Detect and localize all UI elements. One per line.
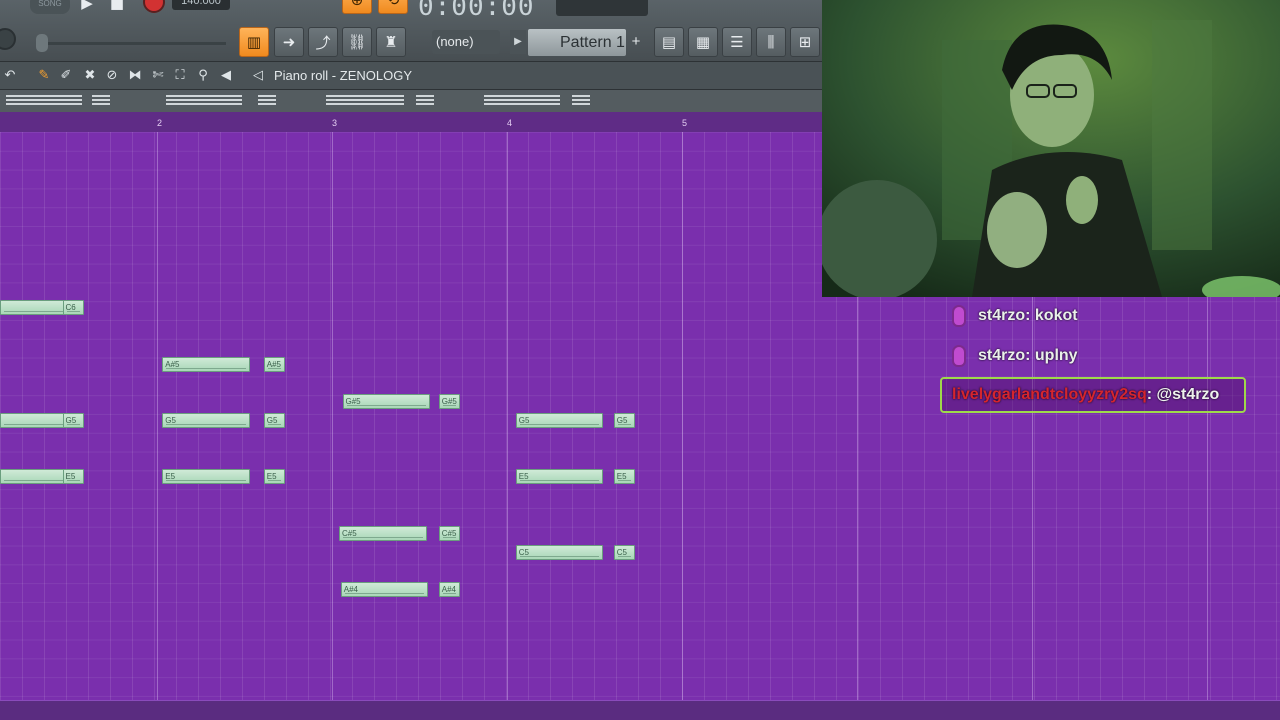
tempo-display[interactable]: 140.000 [172, 0, 230, 10]
chat-username: st4rzo [978, 347, 1026, 364]
note[interactable]: C5 [613, 544, 635, 560]
zoom-handle[interactable] [484, 95, 560, 105]
horizontal-scrollbar[interactable] [0, 700, 1280, 720]
slice-tool-icon[interactable]: ✄ [150, 68, 166, 84]
note[interactable]: A#5 [162, 356, 250, 372]
bar-number: 2 [157, 118, 163, 128]
mute-tool-icon[interactable]: ⊘ [104, 68, 120, 84]
chat-text: uplny [1034, 347, 1078, 364]
note[interactable]: E5 [162, 469, 250, 485]
record-mode-icon[interactable]: ⊕ [342, 0, 372, 14]
note[interactable] [0, 413, 68, 428]
master-volume-knob[interactable] [0, 28, 16, 50]
chat-text: kokot [1034, 307, 1078, 324]
note[interactable]: C#5 [339, 525, 427, 541]
bar-line [157, 132, 158, 700]
master-pitch-slider[interactable] [36, 34, 48, 52]
chat-message: st4rzo: uplny [952, 343, 1078, 369]
note[interactable]: G5 [62, 413, 84, 428]
note[interactable]: G#5 [342, 394, 430, 410]
master-pitch-track [36, 42, 226, 45]
chat-overlay: st4rzo: kokot st4rzo: uplny livelygarlan… [940, 300, 1260, 430]
main-toolbar: SONG ▶ ■ 140.000 ⊕ ⟲ 0:00:00 ▥ ➜ ⤴ ⛓ ♜ (… [0, 0, 822, 62]
note[interactable] [0, 469, 68, 485]
highlighted-chat-message: livelygarlandtcloyyzry2sq: @st4rzo [940, 377, 1246, 413]
note[interactable]: E5 [515, 469, 604, 485]
piano-roll-toolbar: ↶ ✎ ✐ ✖ ⊘ ⧓ ✄ ⛶ ⚲ ◀ ◁ Piano roll - ZENOL… [0, 62, 822, 90]
webcam-feed [822, 0, 1280, 297]
chat-separator: : [1025, 347, 1035, 364]
zoom-icon[interactable]: ⚲ [195, 68, 211, 84]
step-edit-icon[interactable]: ⤴ [308, 27, 338, 57]
mic-badge-icon [952, 345, 966, 367]
playlist-icon[interactable]: ▤ [654, 27, 684, 57]
pattern-arrow-icon[interactable]: ▶ [510, 30, 526, 54]
song-mode-button[interactable]: SONG [30, 0, 70, 14]
zoom-handle[interactable] [416, 95, 434, 105]
note[interactable]: G5 [613, 413, 635, 428]
brush-icon[interactable]: ✐ [58, 68, 74, 84]
bar-line [332, 132, 333, 700]
zoom-handle[interactable] [572, 95, 590, 105]
chat-text: : @st4rzo [1146, 386, 1220, 403]
arrow-right-icon[interactable]: ➜ [274, 27, 304, 57]
pencil-icon[interactable]: ✎ [36, 68, 52, 84]
note[interactable]: E5 [263, 469, 285, 485]
add-pattern-button[interactable]: + [628, 30, 644, 54]
record-button[interactable] [143, 0, 165, 13]
zoom-handle[interactable] [166, 95, 242, 105]
mixer-icon[interactable]: ⫼ [756, 27, 786, 57]
piano-roll-title[interactable]: Piano roll - ZENOLOGY [274, 68, 412, 83]
bar-line [682, 132, 683, 700]
chat-separator: : [1025, 307, 1035, 324]
webcam-image [822, 0, 1280, 297]
note[interactable]: C5 [515, 544, 604, 560]
link-icon[interactable]: ⛓ [342, 27, 372, 57]
pattern-list-icon[interactable]: ☰ [722, 27, 752, 57]
piano-roll-icon[interactable]: ▥ [239, 27, 269, 57]
note[interactable]: A#5 [263, 356, 285, 372]
mic-badge-icon [952, 305, 966, 327]
zoom-strip [0, 90, 822, 112]
snap-select[interactable]: (none) [432, 30, 500, 54]
time-display: 0:00:00 [418, 0, 535, 22]
loop-record-icon[interactable]: ⟲ [378, 0, 408, 14]
back-arrow-icon[interactable]: ↶ [2, 68, 18, 84]
note[interactable]: G5 [263, 413, 285, 428]
delete-tool-icon[interactable]: ✖ [82, 68, 98, 84]
zoom-handle[interactable] [92, 95, 110, 105]
playback-tool-icon[interactable]: ◀ [218, 68, 234, 84]
zoom-handle[interactable] [258, 95, 276, 105]
cpu-readout [556, 0, 648, 16]
zoom-handle[interactable] [6, 95, 82, 105]
note[interactable] [0, 300, 68, 316]
note[interactable]: G5 [515, 413, 604, 428]
speaker-icon[interactable]: ◁ [250, 68, 266, 84]
note[interactable]: C#5 [438, 525, 460, 541]
pattern-select[interactable]: Pattern 1 [528, 29, 626, 56]
play-icon[interactable]: ▶ [72, 0, 102, 18]
chat-username: livelygarlandtcloyyzry2sq [952, 386, 1147, 403]
stop-icon[interactable]: ■ [102, 0, 132, 18]
metronome-icon[interactable]: ♜ [376, 27, 406, 57]
note[interactable]: G#5 [438, 394, 460, 410]
browser-icon[interactable]: ⊞ [790, 27, 820, 57]
chat-username: st4rzo [978, 307, 1026, 324]
select-tool-icon[interactable]: ⛶ [172, 68, 188, 84]
note[interactable]: C6 [62, 300, 84, 316]
bar-number: 5 [682, 118, 688, 128]
chat-message: st4rzo: kokot [952, 303, 1078, 329]
note[interactable]: E5 [613, 469, 635, 485]
bar-number: 4 [507, 118, 513, 128]
note[interactable]: E5 [62, 469, 84, 485]
note[interactable]: A#4 [438, 582, 460, 598]
slip-tool-icon[interactable]: ⧓ [127, 68, 143, 84]
screen: SONG ▶ ■ 140.000 ⊕ ⟲ 0:00:00 ▥ ➜ ⤴ ⛓ ♜ (… [0, 0, 1280, 720]
note[interactable]: A#4 [340, 582, 429, 598]
bar-number: 3 [332, 118, 338, 128]
channel-rack-icon[interactable]: ▦ [688, 27, 718, 57]
note[interactable]: G5 [162, 413, 250, 428]
zoom-handle[interactable] [326, 95, 404, 105]
bar-line [507, 132, 508, 700]
